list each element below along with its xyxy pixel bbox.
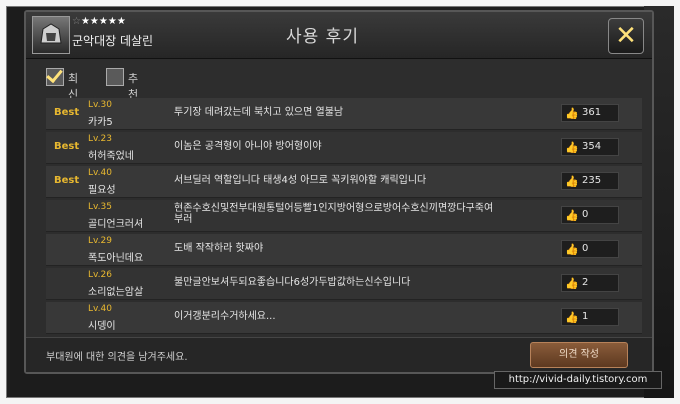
user-name: 허허죽었네 (88, 151, 134, 162)
user-level: Lv.26 (88, 270, 112, 280)
user-name: 필요성 (88, 185, 116, 196)
write-opinion-button[interactable]: 의견 작성 (530, 342, 628, 368)
like-button[interactable]: 👍 0 (561, 240, 619, 258)
like-count: 1 (582, 311, 589, 322)
blog-watermark: http://vivid-daily.tistory.com (494, 371, 662, 389)
close-button[interactable]: ✕ (608, 18, 644, 54)
user-level: Lv.35 (88, 202, 112, 212)
like-count: 0 (582, 209, 589, 220)
review-row: Best Lv.23 허허죽었네 이놈은 공격형이 아니야 방어형이야 👍 35… (46, 132, 642, 164)
like-count: 0 (582, 243, 589, 254)
like-button[interactable]: 👍 1 (561, 308, 619, 326)
best-badge: Best (54, 141, 80, 152)
thumbs-up-icon: 👍 (565, 107, 579, 120)
review-comment: 이놈은 공격형이 아니야 방어형이야 (174, 141, 322, 152)
like-button[interactable]: 👍 361 (561, 104, 619, 122)
thumbs-up-icon: 👍 (565, 175, 579, 188)
review-comment: 서브딜러 역할입니다 태생4성 아므로 꼭키워야할 캐릭입니다 (174, 175, 427, 186)
best-badge: Best (54, 107, 80, 118)
thumbs-up-icon: 👍 (565, 311, 579, 324)
like-button[interactable]: 👍 2 (561, 274, 619, 292)
user-name: 시뎅이 (88, 321, 116, 332)
thumbs-up-icon: 👍 (565, 277, 579, 290)
review-list: Best Lv.30 카카5 투기장 데려갔는데 북치고 있으면 열불남 👍 3… (46, 98, 642, 336)
review-row: Best Lv.40 필요성 서브딜러 역할입니다 태생4성 아므로 꼭키워야할… (46, 166, 642, 198)
rank-star-icon: ☆ (72, 16, 81, 27)
review-comment: 이거갱분리수거하세요... (174, 311, 276, 322)
review-dialog: ☆★★★★★ 군악대장 데살린 사용 후기 ✕ 최신 추천 Best Lv.30… (24, 10, 654, 374)
review-row: Lv.29 폭도아닌데요 도배 작작하라 핫짜야 👍 0 (46, 234, 642, 266)
user-level: Lv.23 (88, 134, 112, 144)
review-row: Best Lv.30 카카5 투기장 데려갔는데 북치고 있으면 열불남 👍 3… (46, 98, 642, 130)
hero-name: 군악대장 데살린 (72, 34, 154, 48)
best-badge: Best (54, 175, 80, 186)
user-level: Lv.29 (88, 236, 112, 246)
hero-helmet-icon (40, 23, 62, 44)
recommended-checkbox[interactable] (106, 68, 124, 86)
review-row: Lv.35 골디언크러셔 현존수호신및전부대원통털어등빨1인지방어형으로방어수호… (46, 200, 642, 232)
user-name: 카카5 (88, 117, 113, 128)
review-comment: 현존수호신및전부대원통털어등빨1인지방어형으로방어수호신끼면깡다구죽여 부러 (174, 203, 494, 225)
like-button[interactable]: 👍 354 (561, 138, 619, 156)
opinion-prompt: 부대원에 대한 의견을 남겨주세요. (46, 352, 188, 363)
like-count: 361 (582, 107, 602, 118)
user-name: 폭도아닌데요 (88, 253, 144, 264)
review-comment: 투기장 데려갔는데 북치고 있으면 열불남 (174, 107, 344, 118)
thumbs-up-icon: 👍 (565, 141, 579, 154)
like-button[interactable]: 👍 0 (561, 206, 619, 224)
user-name: 골디언크러셔 (88, 219, 144, 230)
dialog-footer: 부대원에 대한 의견을 남겨주세요. 의견 작성 (26, 337, 652, 372)
hero-portrait-icon (32, 16, 70, 54)
user-name: 소리없는암살 (88, 287, 144, 298)
like-count: 2 (582, 277, 589, 288)
thumbs-up-icon: 👍 (565, 243, 579, 256)
user-level: Lv.40 (88, 304, 112, 314)
star-icon: ★★★★★ (80, 16, 126, 27)
like-count: 354 (582, 141, 602, 152)
star-rating: ☆★★★★★ (72, 16, 126, 27)
review-comment: 도배 작작하라 핫짜야 (174, 243, 264, 254)
close-icon: ✕ (615, 21, 637, 51)
user-level: Lv.30 (88, 100, 112, 110)
like-button[interactable]: 👍 235 (561, 172, 619, 190)
dialog-title: 사용 후기 (286, 27, 359, 47)
review-row: Lv.40 시뎅이 이거갱분리수거하세요... 👍 1 (46, 302, 642, 334)
thumbs-up-icon: 👍 (565, 209, 579, 222)
dialog-titlebar: ☆★★★★★ 군악대장 데살린 사용 후기 ✕ (26, 12, 652, 59)
like-count: 235 (582, 175, 602, 186)
review-comment: 불만글안보셔두되요좋습니다6성가두밥값하는신수입니다 (174, 277, 411, 288)
user-level: Lv.40 (88, 168, 112, 178)
latest-checkbox[interactable] (46, 68, 64, 86)
review-row: Lv.26 소리없는암살 불만글안보셔두되요좋습니다6성가두밥값하는신수입니다 … (46, 268, 642, 300)
